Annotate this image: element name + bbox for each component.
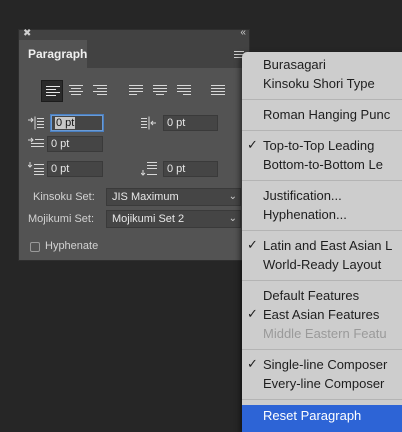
menu-item-middle-eastern: Middle Eastern Featu xyxy=(263,326,387,341)
hyphenate-label[interactable]: Hyphenate xyxy=(45,240,98,252)
menu-item-burasagari[interactable]: Burasagari xyxy=(263,57,326,72)
menu-item-bottom-to-bottom[interactable]: Bottom-to-Bottom Le xyxy=(263,157,383,172)
menu-separator xyxy=(242,130,402,131)
space-before-field[interactable]: 0 pt xyxy=(47,161,103,177)
menu-item-hyphenation[interactable]: Hyphenation... xyxy=(263,207,347,222)
paragraph-panel: ✖ ‹‹ Paragraph 0 pt 0 pt 0 pt 0 pt 0 pt … xyxy=(18,27,250,261)
menu-item-latin-east-asian[interactable]: Latin and East Asian L xyxy=(263,238,392,253)
align-right-icon[interactable] xyxy=(89,80,111,102)
menu-item-reset-paragraph[interactable]: Reset Paragraph xyxy=(242,405,402,432)
first-line-indent-icon xyxy=(28,137,44,151)
menu-item-justification[interactable]: Justification... xyxy=(263,188,342,203)
first-line-field[interactable]: 0 pt xyxy=(47,136,103,152)
collapse-icon[interactable]: ‹‹ xyxy=(240,27,246,38)
space-after-icon xyxy=(141,162,157,176)
checkmark-icon: ✓ xyxy=(247,137,258,152)
mojikumi-dropdown[interactable]: Mojikumi Set 2 ⌄ xyxy=(106,210,241,228)
menu-item-roman-hanging[interactable]: Roman Hanging Punc xyxy=(263,107,390,122)
kinsoku-dropdown[interactable]: JIS Maximum ⌄ xyxy=(106,188,241,206)
menu-separator xyxy=(242,99,402,100)
tab-paragraph[interactable]: Paragraph xyxy=(19,40,87,68)
menu-item-world-ready[interactable]: World-Ready Layout xyxy=(263,257,381,272)
kinsoku-label: Kinsoku Set: xyxy=(33,191,95,203)
indent-left-field[interactable]: 0 pt xyxy=(51,115,103,131)
space-before-icon xyxy=(28,162,44,176)
space-after-field[interactable]: 0 pt xyxy=(163,161,218,177)
justify-last-right-icon[interactable] xyxy=(173,80,195,102)
menu-item-east-asian[interactable]: East Asian Features xyxy=(263,307,379,322)
align-center-icon[interactable] xyxy=(65,80,87,102)
kinsoku-value: JIS Maximum xyxy=(112,191,179,203)
alignment-buttons xyxy=(41,80,247,104)
panel-tab-row: Paragraph xyxy=(19,40,249,68)
align-left-icon[interactable] xyxy=(41,80,63,102)
justify-all-icon[interactable] xyxy=(207,80,229,102)
hyphenate-checkbox[interactable] xyxy=(30,242,40,252)
menu-separator xyxy=(242,230,402,231)
checkmark-icon: ✓ xyxy=(247,237,258,252)
mojikumi-label: Mojikumi Set: xyxy=(28,213,95,225)
justify-last-left-icon[interactable] xyxy=(125,80,147,102)
menu-item-kinsoku-shori[interactable]: Kinsoku Shori Type xyxy=(263,76,375,91)
menu-separator xyxy=(242,399,402,400)
panel-titlebar: ✖ ‹‹ xyxy=(19,27,249,40)
menu-separator xyxy=(242,180,402,181)
left-indent-icon xyxy=(28,116,44,130)
checkmark-icon: ✓ xyxy=(247,356,258,371)
menu-item-every-line[interactable]: Every-line Composer xyxy=(263,376,384,391)
menu-separator xyxy=(242,280,402,281)
mojikumi-value: Mojikumi Set 2 xyxy=(112,213,185,225)
justify-last-center-icon[interactable] xyxy=(149,80,171,102)
checkmark-icon: ✓ xyxy=(247,306,258,321)
menu-item-single-line[interactable]: Single-line Composer xyxy=(263,357,387,372)
indent-right-field[interactable]: 0 pt xyxy=(163,115,218,131)
chevron-down-icon: ⌄ xyxy=(228,213,237,224)
reset-paragraph-label: Reset Paragraph xyxy=(263,408,362,423)
menu-item-default-features[interactable]: Default Features xyxy=(263,288,359,303)
menu-separator xyxy=(242,349,402,350)
panel-flyout-menu: Burasagari Kinsoku Shori Type Roman Hang… xyxy=(242,52,402,432)
menu-item-top-to-top[interactable]: Top-to-Top Leading xyxy=(263,138,374,153)
chevron-down-icon: ⌄ xyxy=(228,191,237,202)
right-indent-icon xyxy=(141,116,157,130)
close-icon[interactable]: ✖ xyxy=(23,28,31,39)
